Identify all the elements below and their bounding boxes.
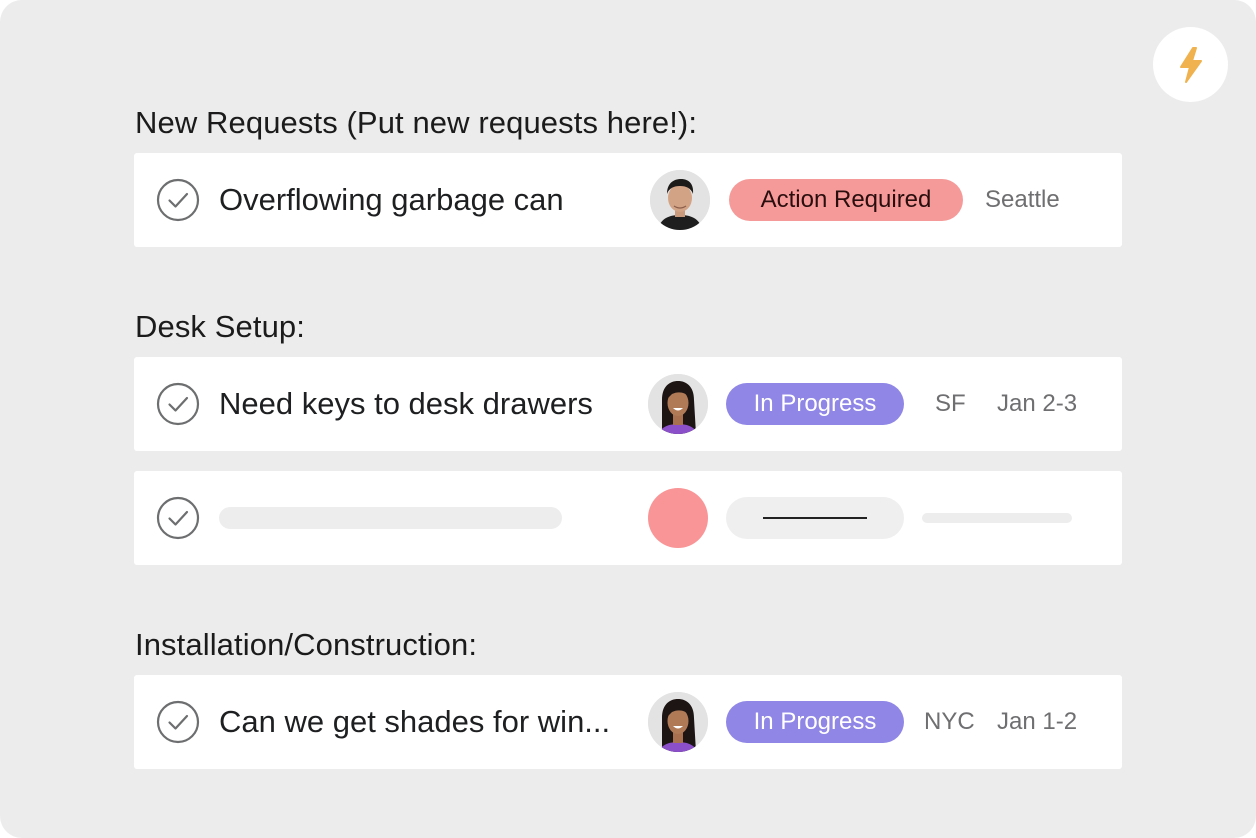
status-badge[interactable]: In Progress [726,701,904,743]
placeholder-status-badge [726,497,904,539]
section-title-new-requests: New Requests (Put new requests here!): [135,105,698,140]
placeholder-meta [922,513,1072,523]
task-name[interactable]: Overflowing garbage can [219,153,564,247]
woman-avatar-icon [648,692,708,752]
complete-checkmark-icon[interactable] [156,496,200,540]
complete-checkmark-icon[interactable] [156,382,200,426]
placeholder-task-row[interactable] [134,471,1122,565]
man-avatar-icon [650,170,710,230]
date-label: Jan 1-2 [997,708,1078,735]
complete-checkmark-icon[interactable] [156,178,200,222]
placeholder-task-name [219,507,562,529]
assignee-avatar[interactable] [648,692,708,752]
complete-checkmark-icon[interactable] [156,700,200,744]
task-row[interactable]: Overflowing garbage can Action Required … [134,153,1122,247]
location-label: SF [935,390,966,417]
section-title-desk-setup: Desk Setup: [135,309,305,344]
location-label: Seattle [985,186,1060,213]
task-name[interactable]: Need keys to desk drawers [219,357,593,451]
placeholder-dash [763,517,867,519]
task-row[interactable]: Can we get shades for win... In Progress… [134,675,1122,769]
status-badge[interactable]: In Progress [726,383,904,425]
lightning-bolt-icon [1179,46,1202,83]
woman-avatar-icon [648,374,708,434]
placeholder-avatar [648,488,708,548]
assignee-avatar[interactable] [650,170,710,230]
task-board: New Requests (Put new requests here!): O… [0,0,1256,838]
date-label: Jan 2-3 [997,390,1078,417]
task-name[interactable]: Can we get shades for win... [219,675,610,769]
location-label: NYC [924,708,975,735]
status-badge[interactable]: Action Required [729,179,963,221]
task-row[interactable]: Need keys to desk drawers In Progress SF… [134,357,1122,451]
assignee-avatar[interactable] [648,374,708,434]
section-title-installation: Installation/Construction: [135,627,478,662]
automation-button[interactable] [1153,27,1228,102]
